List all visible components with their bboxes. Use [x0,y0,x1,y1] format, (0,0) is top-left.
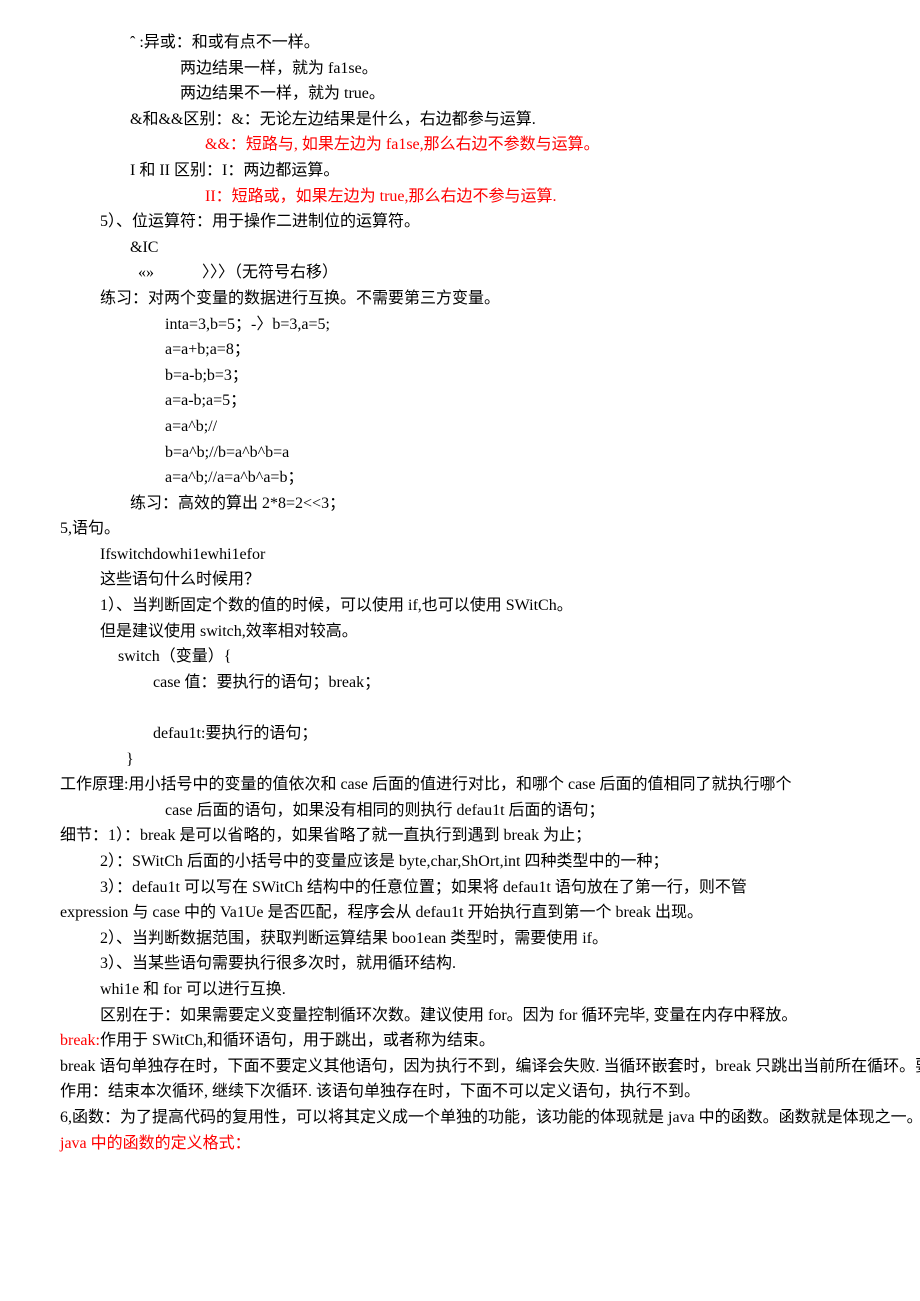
text-span: 2）：SWitCh 后面的小括号中的变量应该是 byte,char,ShOrt,… [100,853,668,870]
text-span: a=a-b;a=5； [165,392,246,409]
text-span: 练习：对两个变量的数据进行互换。不需要第三方变量。 [100,290,500,307]
text-span: defau1t:要执行的语句； [145,725,317,742]
text-span: 两边结果一样，就为 fa1se。 [180,60,378,77]
text-span: 5,语句。 [60,520,120,537]
text-line: java 中的函数的定义格式： [60,1131,860,1157]
text-line: } [60,747,860,773]
text-line: break 语句单独存在时，下面不要定义其他语句，因为执行不到，编译会失败. 当… [60,1054,860,1080]
text-line: a=a+b;a=8； [60,337,860,363]
text-line: ˆ :异或：和或有点不一样。 [60,30,860,56]
text-span: «» 〉〉〉（无符号右移） [130,264,338,281]
text-line: 练习：对两个变量的数据进行互换。不需要第三方变量。 [60,286,860,312]
text-span: &和&&区别：&：无论左边结果是什么，右边都参与运算. [130,111,536,128]
text-line: a=a^b;//a=a^b^a=b； [60,465,860,491]
text-line: 工作原理:用小括号中的变量的值依次和 case 后面的值进行对比，和哪个 cas… [60,772,860,798]
text-line: &&：短路与, 如果左边为 fa1se,那么右边不参数与运算。 [60,132,860,158]
text-line: 作用：结束本次循环, 继续下次循环. 该语句单独存在时，下面不可以定义语句，执行… [60,1079,860,1105]
text-line: 但是建议使用 switch,效率相对较高。 [60,619,860,645]
text-line: 1）、当判断固定个数的值的时候，可以使用 if,也可以使用 SWitCh。 [60,593,860,619]
text-span: 3）：defau1t 可以写在 SWitCh 结构中的任意位置；如果将 defa… [100,879,747,896]
text-line: 5,语句。 [60,516,860,542]
text-line: whi1e 和 for 可以进行互换. [60,977,860,1003]
text-line: 6,函数：为了提高代码的复用性，可以将其定义成一个单独的功能，该功能的体现就是 … [60,1105,860,1131]
text-span: 区别在于：如果需要定义变量控制循环次数。建议使用 for。因为 for 循环完毕… [100,1007,797,1024]
text-span: II：短路或，如果左边为 true,那么右边不参与运算. [205,188,557,205]
text-line: 2）：SWitCh 后面的小括号中的变量应该是 byte,char,ShOrt,… [60,849,860,875]
text-span: 作用：结束本次循环, 继续下次循环. 该语句单独存在时，下面不可以定义语句，执行… [60,1083,700,1100]
text-line: case 后面的语句，如果没有相同的则执行 defau1t 后面的语句； [60,798,860,824]
text-line: break:作用于 SWitCh,和循环语句，用于跳出，或者称为结束。 [60,1028,860,1054]
text-line: &IC [60,235,860,261]
document-body: ˆ :异或：和或有点不一样。两边结果一样，就为 fa1se。两边结果不一样，就为… [60,30,860,1156]
text-span: break: [60,1032,100,1049]
text-span: 工作原理:用小括号中的变量的值依次和 case 后面的值进行对比，和哪个 cas… [60,776,792,793]
text-line: 练习：高效的算出 2*8=2<<3； [60,491,860,517]
text-line: I 和 II 区别：I：两边都运算。 [60,158,860,184]
text-span: break 语句单独存在时，下面不要定义其他语句，因为执行不到，编译会失败. 当… [60,1058,920,1075]
text-line: a=a^b;// [60,414,860,440]
text-span: ˆ :异或：和或有点不一样。 [130,34,320,51]
text-span: 练习：高效的算出 2*8=2<<3； [130,495,345,512]
text-span: case 值：要执行的语句；break； [145,674,380,691]
text-line: II：短路或，如果左边为 true,那么右边不参与运算. [60,184,860,210]
text-span: b=a^b;//b=a^b^b=a [165,444,289,461]
text-span: 细节：1）：break 是可以省略的，如果省略了就一直执行到遇到 break 为… [60,827,591,844]
text-span: switch（变量）{ [110,648,231,665]
text-line: 3）、当某些语句需要执行很多次时，就用循环结构. [60,951,860,977]
text-line: 2）、当判断数据范围，获取判断运算结果 boo1ean 类型时，需要使用 if。 [60,926,860,952]
text-line: expression 与 case 中的 Va1Ue 是否匹配，程序会从 def… [60,900,860,926]
text-line: Ifswitchdowhi1ewhi1efor [60,542,860,568]
text-span: Ifswitchdowhi1ewhi1efor [100,546,265,563]
text-line: 5）、位运算符：用于操作二进制位的运算符。 [60,209,860,235]
text-span [145,699,149,716]
text-line: 这些语句什么时候用？ [60,567,860,593]
text-span: a=a^b;// [165,418,217,435]
text-line: 两边结果不一样，就为 true。 [60,81,860,107]
text-span: 3）、当某些语句需要执行很多次时，就用循环结构. [100,955,456,972]
text-line: defau1t:要执行的语句； [60,721,860,747]
text-span: &IC [130,239,158,256]
text-line: 区别在于：如果需要定义变量控制循环次数。建议使用 for。因为 for 循环完毕… [60,1003,860,1029]
text-line: inta=3,b=5；-〉b=3,a=5; [60,312,860,338]
text-span: I 和 II 区别：I：两边都运算。 [130,162,339,179]
text-span: 6,函数：为了提高代码的复用性，可以将其定义成一个单独的功能，该功能的体现就是 … [60,1109,920,1126]
text-line: 细节：1）：break 是可以省略的，如果省略了就一直执行到遇到 break 为… [60,823,860,849]
text-span: 作用于 SWitCh,和循环语句，用于跳出，或者称为结束。 [100,1032,495,1049]
text-span: &&：短路与, 如果左边为 fa1se,那么右边不参数与运算。 [205,136,600,153]
text-span: } [110,751,134,768]
text-line: a=a-b;a=5； [60,388,860,414]
text-span: inta=3,b=5；-〉b=3,a=5; [165,316,330,333]
text-span: 2）、当判断数据范围，获取判断运算结果 boo1ean 类型时，需要使用 if。 [100,930,608,947]
text-span: java 中的函数的定义格式： [60,1135,251,1152]
text-line: &和&&区别：&：无论左边结果是什么，右边都参与运算. [60,107,860,133]
text-span: a=a+b;a=8； [165,341,250,358]
text-line: case 值：要执行的语句；break； [60,670,860,696]
text-line: switch（变量）{ [60,644,860,670]
text-span: 5）、位运算符：用于操作二进制位的运算符。 [100,213,420,230]
text-span: 1）、当判断固定个数的值的时候，可以使用 if,也可以使用 SWitCh。 [100,597,573,614]
text-span: b=a-b;b=3； [165,367,248,384]
text-span: 两边结果不一样，就为 true。 [180,85,385,102]
text-line [60,695,860,721]
text-line: 两边结果一样，就为 fa1se。 [60,56,860,82]
text-span: a=a^b;//a=a^b^a=b； [165,469,303,486]
text-span: 这些语句什么时候用？ [100,571,260,588]
text-span: whi1e 和 for 可以进行互换. [100,981,286,998]
text-line: 3）：defau1t 可以写在 SWitCh 结构中的任意位置；如果将 defa… [60,875,860,901]
text-span: 但是建议使用 switch,效率相对较高。 [100,623,358,640]
text-line: b=a^b;//b=a^b^b=a [60,440,860,466]
text-line: b=a-b;b=3； [60,363,860,389]
text-line: «» 〉〉〉（无符号右移） [60,260,860,286]
text-span: case 后面的语句，如果没有相同的则执行 defau1t 后面的语句； [165,802,605,819]
text-span: expression 与 case 中的 Va1Ue 是否匹配，程序会从 def… [60,904,703,921]
